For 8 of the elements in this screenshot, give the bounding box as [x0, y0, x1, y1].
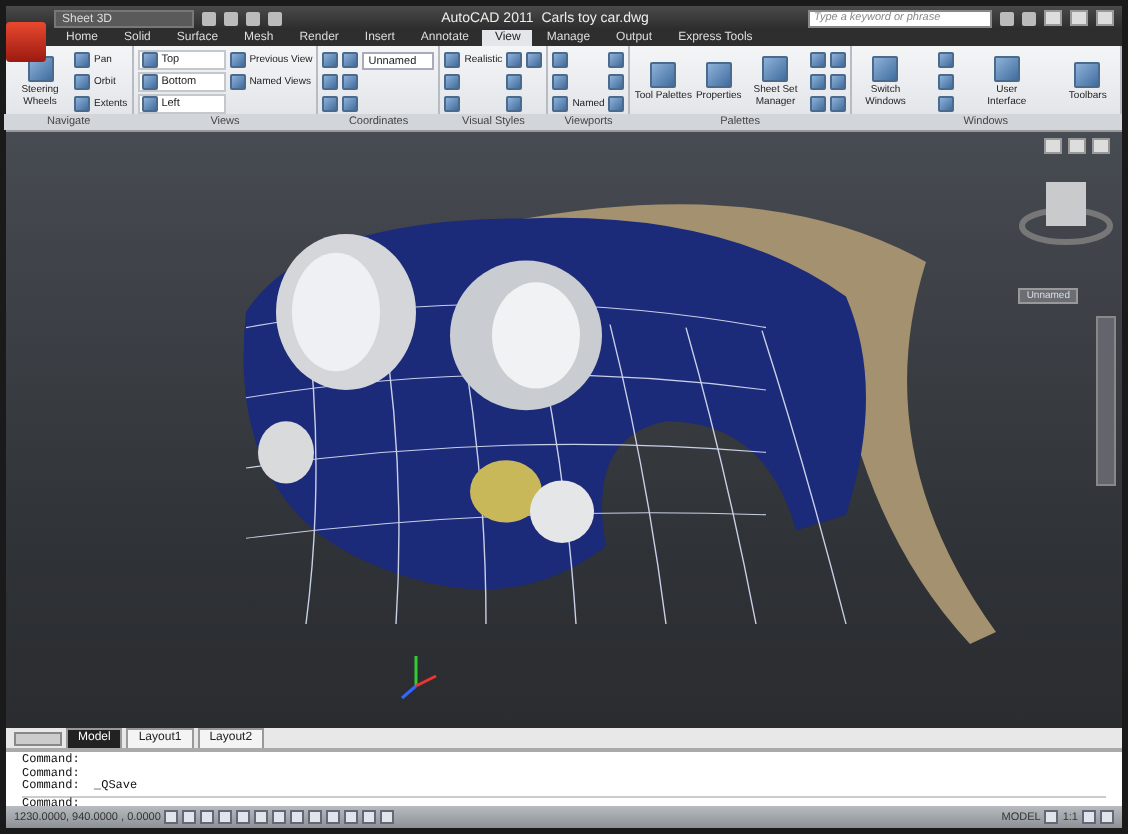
tool-icon: [650, 62, 677, 88]
tool-icon: [1074, 62, 1101, 88]
tool-icon: [872, 56, 899, 82]
tool-icon: [762, 56, 789, 82]
ucs-axis-icon: [401, 656, 437, 700]
tool-icon: [993, 56, 1020, 82]
tool-icon: [705, 62, 732, 88]
viewcube-icon[interactable]: [1019, 182, 1113, 245]
